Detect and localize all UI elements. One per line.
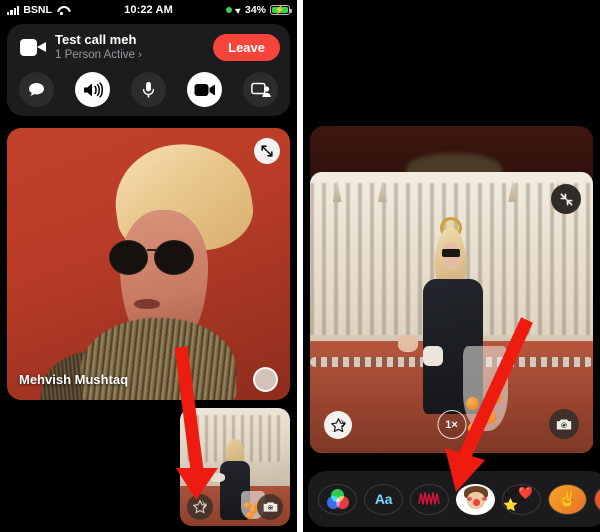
peace-hand-icon: ✌ <box>549 484 586 514</box>
microphone-button[interactable] <box>131 72 166 108</box>
more-effects-icon: 👤 <box>595 484 600 514</box>
participant-portrait-image <box>7 128 290 400</box>
camera-flip-icon <box>556 419 572 429</box>
chevron-right-icon: › <box>138 49 142 62</box>
share-screen-icon <box>250 82 271 97</box>
shutter-capture-button[interactable] <box>253 367 278 392</box>
effects-tray: Aa 🏳❤️⭐ ✌ 👤 <box>308 471 600 527</box>
status-bar: BSNL 10:22 AM 34% ⚡ <box>0 0 297 20</box>
right-top-black-area <box>303 0 600 126</box>
expand-button[interactable] <box>254 138 280 164</box>
call-controls-row <box>17 72 280 108</box>
microphone-icon <box>142 81 155 98</box>
right-phone-screen: 1× Aa 🏳❤️⭐ ✌ <box>303 0 600 532</box>
participant-name-label: Mehvish Mushtaq <box>19 372 129 387</box>
memoji-avatar-icon <box>459 485 493 513</box>
battery-charging-icon: ⚡ <box>270 5 292 15</box>
self-view-thumbnail[interactable] <box>180 408 290 526</box>
chat-button[interactable] <box>19 72 54 108</box>
main-video-feed[interactable]: Mehvish Mushtaq <box>7 128 290 400</box>
scribble-doodle-icon <box>417 492 440 505</box>
star-effects-icon <box>193 500 207 514</box>
star-effects-icon <box>330 417 346 432</box>
leave-button[interactable]: Leave <box>213 34 280 62</box>
memoji-effect-button[interactable] <box>456 483 495 515</box>
text-aa-icon: Aa <box>374 491 393 507</box>
zoom-level-button[interactable]: 1× <box>437 410 466 439</box>
effects-button[interactable] <box>187 494 213 520</box>
shrink-diagonal-arrows-icon <box>560 193 572 205</box>
stickers-effect-button[interactable]: 🏳❤️⭐ <box>502 483 541 515</box>
shrink-button[interactable] <box>551 184 581 214</box>
call-subtitle: 1 Person Active <box>55 49 135 62</box>
rgb-circles-icon <box>326 489 349 509</box>
call-banner: Test call meh 1 Person Active › Leave <box>7 24 290 117</box>
text-effect-button[interactable]: Aa <box>364 483 403 515</box>
stickers-icon: 🏳❤️⭐ <box>503 486 534 512</box>
effects-button[interactable] <box>324 411 352 439</box>
call-banner-header: Test call meh 1 Person Active › Leave <box>17 32 280 63</box>
video-camera-icon <box>194 83 215 96</box>
share-screen-button[interactable] <box>243 72 278 108</box>
location-arrow-icon <box>234 6 243 14</box>
background-video-strip <box>310 126 593 178</box>
more-effects-button[interactable]: 👤 <box>594 483 600 515</box>
camera-button[interactable] <box>187 72 222 108</box>
speaker-button[interactable] <box>75 72 110 108</box>
expanded-self-view[interactable]: 1× <box>310 172 593 453</box>
green-recording-dot-icon <box>225 7 232 13</box>
chat-bubble-icon <box>29 83 44 96</box>
doodle-effect-button[interactable] <box>410 483 449 515</box>
filters-effect-button[interactable] <box>318 483 357 515</box>
left-phone-screen: BSNL 10:22 AM 34% ⚡ Test call meh 1 Pers… <box>0 0 297 532</box>
call-info[interactable]: Test call meh 1 Person Active › <box>55 32 204 63</box>
flip-camera-button[interactable] <box>257 494 283 520</box>
expand-diagonal-arrows-icon <box>261 145 273 157</box>
camera-flip-icon <box>263 502 277 512</box>
video-camera-icon <box>20 39 46 57</box>
flip-camera-button[interactable] <box>549 409 579 439</box>
screenshot-root: BSNL 10:22 AM 34% ⚡ Test call meh 1 Pers… <box>0 0 600 532</box>
battery-percent-label: 34% <box>244 4 266 16</box>
call-title: Test call meh <box>55 32 137 47</box>
speaker-icon <box>83 82 103 98</box>
call-subtitle-row: 1 Person Active › <box>55 48 204 63</box>
status-bar-right: 34% ⚡ <box>225 4 292 16</box>
gesture-effect-button[interactable]: ✌ <box>548 483 587 515</box>
